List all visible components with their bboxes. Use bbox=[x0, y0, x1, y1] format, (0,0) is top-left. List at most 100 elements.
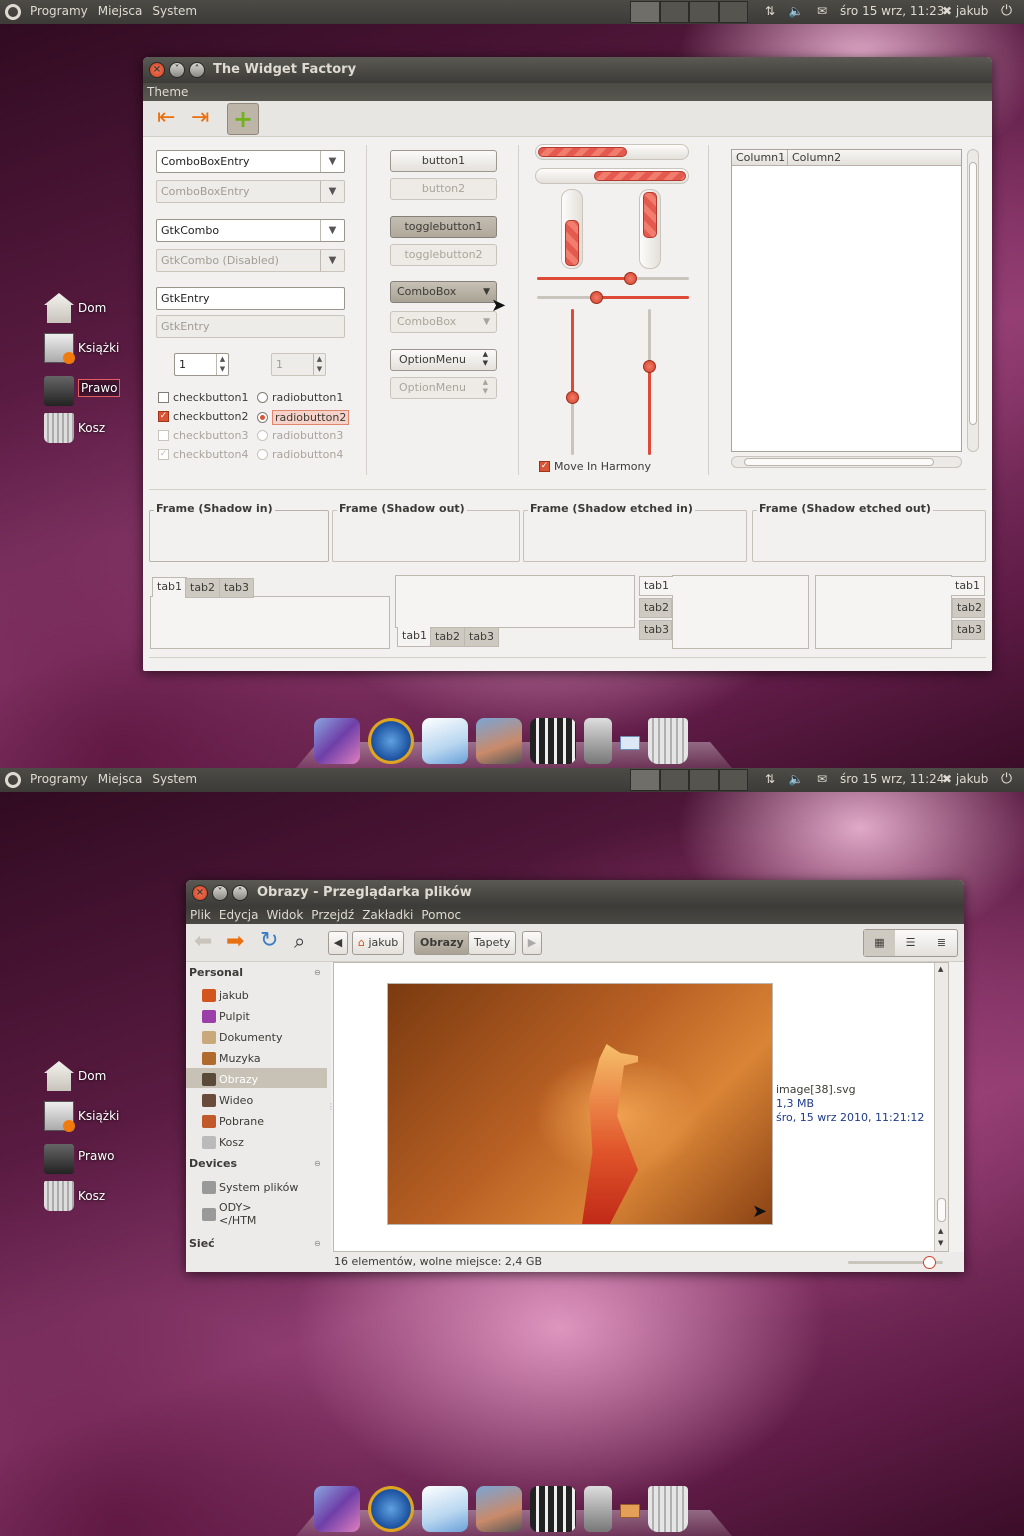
move-in-harmony-check[interactable]: ✓ Move In Harmony bbox=[539, 460, 651, 473]
menu-go[interactable]: Przejdź bbox=[311, 908, 354, 922]
path-left-button[interactable]: ◀ bbox=[328, 931, 348, 955]
go-last-icon[interactable]: ⇥ bbox=[191, 107, 209, 129]
workspace-4[interactable] bbox=[718, 769, 748, 791]
tab1[interactable]: tab1 bbox=[397, 627, 433, 647]
hscale2[interactable] bbox=[537, 291, 689, 304]
menu-applications[interactable]: Programy bbox=[30, 4, 88, 18]
path-button-obrazy[interactable]: Obrazy bbox=[414, 931, 470, 955]
sidebar-item-wideo[interactable]: Wideo bbox=[202, 1091, 253, 1109]
spin-arrows-icon[interactable]: ▲ ▼ bbox=[216, 354, 228, 375]
tab2[interactable]: tab2 bbox=[430, 627, 466, 647]
pictures-folder-icon[interactable] bbox=[620, 1504, 640, 1518]
add-icon[interactable]: + bbox=[227, 103, 259, 135]
power-icon[interactable]: ⏻ bbox=[1001, 771, 1012, 787]
desktop-icon-books[interactable]: Książki bbox=[44, 328, 120, 368]
menu-system[interactable]: System bbox=[152, 772, 197, 786]
tab3[interactable]: tab3 bbox=[952, 620, 985, 640]
desktop-icon-prawo[interactable]: Prawo bbox=[44, 1136, 119, 1176]
radiobutton1[interactable]: radiobutton1 bbox=[257, 391, 343, 404]
workspace-4[interactable] bbox=[718, 1, 748, 23]
mail-icon[interactable]: ✉ bbox=[814, 772, 830, 786]
mail-icon[interactable]: ✉ bbox=[814, 4, 830, 18]
menu-bookmarks[interactable]: Zakładki bbox=[362, 908, 413, 922]
arrow-up-icon[interactable]: ▲ bbox=[938, 965, 943, 973]
workspace-2[interactable] bbox=[659, 769, 689, 791]
sidebar-item-filesystem[interactable]: System plików bbox=[202, 1178, 298, 1196]
workspace-3[interactable] bbox=[689, 1, 719, 23]
close-icon[interactable]: × bbox=[192, 885, 208, 901]
tree-view[interactable]: Column1 Column2 bbox=[731, 149, 962, 452]
horizontal-scrollbar[interactable] bbox=[731, 456, 962, 468]
sidebar-item-device2[interactable]: ODY> </HTM bbox=[202, 1200, 256, 1228]
minimize-icon[interactable]: ˅ bbox=[169, 62, 185, 78]
gtkentry[interactable]: GtkEntry bbox=[156, 287, 345, 310]
compact-view-icon[interactable]: ≣ bbox=[926, 930, 957, 956]
menu-view[interactable]: Widok bbox=[266, 908, 303, 922]
movie-player-icon[interactable] bbox=[530, 1486, 576, 1532]
desktop-icon-trash[interactable]: Kosz bbox=[44, 408, 120, 448]
list-view-icon[interactable]: ☰ bbox=[895, 930, 926, 956]
radio-circle[interactable] bbox=[257, 392, 268, 403]
trash-icon[interactable] bbox=[648, 718, 688, 764]
browser-compass-icon[interactable] bbox=[368, 718, 414, 764]
path-button-jakub[interactable]: ⌂ jakub bbox=[352, 931, 405, 955]
scale-knob[interactable] bbox=[643, 360, 656, 373]
user-menu[interactable]: ✖ jakub bbox=[942, 4, 988, 18]
sidebar-item-obrazy[interactable]: Obrazy bbox=[202, 1070, 258, 1088]
workspace-switcher[interactable] bbox=[630, 769, 748, 791]
tab1[interactable]: tab1 bbox=[951, 576, 985, 596]
menu-applications[interactable]: Programy bbox=[30, 772, 88, 786]
ubuntu-logo-icon[interactable] bbox=[5, 772, 21, 788]
zoom-slider[interactable] bbox=[848, 1256, 943, 1269]
title-bar[interactable]: × ˅ ˄ The Widget Factory bbox=[143, 57, 992, 83]
desktop-icon-home[interactable]: Dom bbox=[44, 1056, 119, 1096]
scrollbar-thumb[interactable] bbox=[744, 458, 934, 466]
gtkcombo[interactable]: GtkCombo ▼ bbox=[156, 219, 345, 242]
comboboxentry[interactable]: ComboBoxEntry ▼ bbox=[156, 150, 345, 173]
go-first-icon[interactable]: ⇤ bbox=[157, 107, 175, 129]
checkbutton2[interactable]: ✓ checkbutton2 bbox=[158, 410, 249, 423]
vscale2[interactable] bbox=[643, 309, 656, 455]
spinbutton[interactable]: 1 ▲ ▼ bbox=[174, 353, 229, 376]
sidebar-item-muzyka[interactable]: Muzyka bbox=[202, 1049, 261, 1067]
arrow-down-icon[interactable]: ▼ bbox=[938, 1239, 943, 1247]
text-editor-icon[interactable] bbox=[422, 1486, 468, 1532]
icon-view-icon[interactable]: ▦ bbox=[864, 930, 895, 956]
vertical-scrollbar[interactable]: ▲ ▲ ▼ bbox=[934, 963, 948, 1251]
file-thumbnail[interactable] bbox=[387, 983, 773, 1225]
collapse-icon[interactable]: ⊖ bbox=[314, 1159, 321, 1168]
scale-knob[interactable] bbox=[590, 291, 603, 304]
scale-knob[interactable] bbox=[566, 391, 579, 404]
workspace-switcher[interactable] bbox=[630, 1, 748, 23]
title-bar[interactable]: × ˅ ˄ Obrazy - Przeglądarka plików bbox=[186, 880, 964, 906]
menu-file[interactable]: Plik bbox=[190, 908, 211, 922]
scrollbar-thumb[interactable] bbox=[969, 162, 977, 425]
chevron-down-icon[interactable]: ▼ bbox=[320, 151, 344, 172]
sidebar-item-jakub[interactable]: jakub bbox=[202, 986, 249, 1004]
forward-icon[interactable]: ➡ bbox=[226, 929, 244, 954]
checkbox-box[interactable]: ✓ bbox=[158, 411, 169, 422]
desktop-folder-icon[interactable] bbox=[314, 1486, 360, 1532]
vscale1[interactable] bbox=[566, 309, 579, 455]
scale-knob[interactable] bbox=[624, 272, 637, 285]
reload-icon[interactable]: ↻ bbox=[260, 928, 278, 953]
tab2[interactable]: tab2 bbox=[639, 598, 672, 618]
photo-viewer-icon[interactable] bbox=[476, 718, 522, 764]
power-icon[interactable]: ⏻ bbox=[1001, 3, 1012, 19]
radiobutton2[interactable]: radiobutton2 bbox=[257, 410, 350, 425]
movie-player-icon[interactable] bbox=[530, 718, 576, 764]
tab3[interactable]: tab3 bbox=[219, 578, 255, 598]
scale-knob[interactable] bbox=[923, 1256, 936, 1269]
clock[interactable]: śro 15 wrz, 11:24 bbox=[840, 772, 944, 786]
tab1[interactable]: tab1 bbox=[152, 577, 188, 597]
vertical-scrollbar[interactable] bbox=[967, 149, 979, 452]
checkbox-box[interactable] bbox=[158, 392, 169, 403]
user-menu[interactable]: ✖ jakub bbox=[942, 772, 988, 786]
file-view[interactable]: image[38].svg 1,3 MB śro, 15 wrz 2010, 1… bbox=[333, 962, 949, 1252]
maximize-icon[interactable]: ˄ bbox=[232, 885, 248, 901]
workspace-2[interactable] bbox=[659, 1, 689, 23]
combobox[interactable]: ComboBox ▼ bbox=[390, 281, 497, 303]
desktop-icon-prawo[interactable]: Prawo bbox=[44, 368, 121, 408]
checkbox-box[interactable]: ✓ bbox=[539, 461, 550, 472]
checkbutton1[interactable]: checkbutton1 bbox=[158, 391, 249, 404]
